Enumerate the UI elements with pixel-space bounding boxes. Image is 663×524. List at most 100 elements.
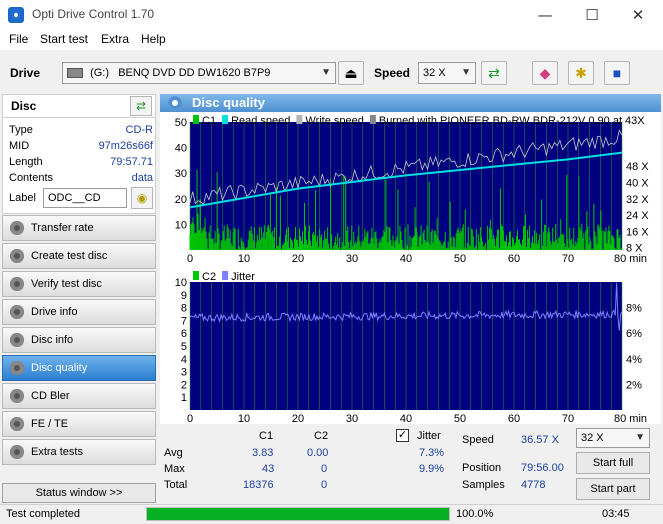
legend-label: Jitter xyxy=(231,271,255,283)
disc-quality-title: Disc quality xyxy=(192,95,265,110)
menu-help[interactable]: Help xyxy=(141,32,166,46)
legend-label: Write speed xyxy=(305,115,364,127)
disc-icon xyxy=(10,305,24,319)
disc-mid-key: MID xyxy=(9,140,30,152)
close-button[interactable]: ✕ xyxy=(618,4,658,26)
y2-tick-label: 8% xyxy=(626,303,642,315)
speed-select[interactable]: 32 X ▼ xyxy=(418,62,476,84)
nav-verify-test-disc-button[interactable]: Verify test disc xyxy=(2,271,156,297)
nav-extra-tests-button[interactable]: Extra tests xyxy=(2,439,156,465)
nav-disc-quality-button[interactable]: Disc quality xyxy=(2,355,156,381)
disc-quality-header: Disc quality xyxy=(160,94,661,112)
drive-select[interactable]: (G:) BENQ DVD DD DW1620 B7P9 ▼ xyxy=(62,62,336,84)
test-speed-select[interactable]: 32 X ▼ xyxy=(576,428,650,448)
legend-swatch xyxy=(369,115,376,124)
y-tick-label: 4 xyxy=(181,354,187,366)
disc-length-value: 79:57.71 xyxy=(110,156,153,168)
nav-create-test-disc-button[interactable]: Create test disc xyxy=(2,243,156,269)
y-tick-label: 10 xyxy=(175,219,187,231)
x-tick-label: 30 xyxy=(346,413,358,424)
settings-button[interactable]: ✱ xyxy=(568,61,594,85)
avg-c1: 3.83 xyxy=(252,447,274,459)
total-c2: 0 xyxy=(321,479,328,491)
menu-extra[interactable]: Extra xyxy=(101,32,129,46)
speed-label: Speed xyxy=(374,66,411,80)
x-tick-label: 30 xyxy=(346,253,358,265)
eject-icon: ⏏ xyxy=(344,65,358,81)
disc-info-box: Type CD-R MID 97m26s66f Length 79:57.71 Con… xyxy=(2,118,156,214)
jitter-checkbox[interactable]: ✓ xyxy=(396,429,409,442)
y2-tick-label: 16 X xyxy=(626,226,649,238)
app-icon xyxy=(8,7,24,23)
y2-tick-label: 6% xyxy=(626,328,642,340)
x-tick-label: 80 min xyxy=(614,253,647,265)
nav-fe-te-button[interactable]: FE / TE xyxy=(2,411,156,437)
legend-label: Read speed xyxy=(231,115,290,127)
nav-label: CD Bler xyxy=(31,390,70,402)
nav-label: Create test disc xyxy=(31,250,108,262)
disc-label-input[interactable]: ODC__CD xyxy=(43,188,127,208)
disc-icon xyxy=(10,389,24,403)
disc-length-key: Length xyxy=(9,156,43,168)
x-tick-label: 40 xyxy=(400,253,412,265)
menu-file[interactable]: File xyxy=(9,32,28,46)
disc-contents-row: Contents data xyxy=(9,172,153,184)
x-tick-label: 50 xyxy=(454,413,466,424)
position-label: Position xyxy=(462,462,502,474)
progress-fill xyxy=(147,508,449,520)
avg-label: Avg xyxy=(164,447,183,459)
disc-label-button[interactable]: ◉ xyxy=(131,187,153,209)
nav-cd-bler-button[interactable]: CD Bler xyxy=(2,383,156,409)
disc-icon: ◉ xyxy=(136,191,148,205)
status-window-button[interactable]: Status window >> xyxy=(2,483,156,503)
legend-label: Burned with PIONEER BD-RW BDR-212V 0.90 … xyxy=(379,115,645,127)
maximize-button[interactable]: ☐ xyxy=(572,4,612,26)
y-tick-label: 20 xyxy=(175,194,187,206)
total-label: Total xyxy=(164,479,188,491)
disc-icon xyxy=(10,333,24,347)
y-tick-label: 10 xyxy=(175,277,187,289)
minimize-button[interactable]: — xyxy=(525,4,565,26)
max-c2: 0 xyxy=(321,463,328,475)
eraser-icon: ◆ xyxy=(539,65,551,81)
disc-icon xyxy=(10,249,24,263)
nav-disc-info-button[interactable]: Disc info xyxy=(2,327,156,353)
y2-tick-label: 48 X xyxy=(626,161,649,173)
nav-drive-info-button[interactable]: Drive info xyxy=(2,299,156,325)
menu-start-test[interactable]: Start test xyxy=(40,32,88,46)
y-tick-label: 1 xyxy=(181,392,187,404)
max-label: Max xyxy=(164,463,185,475)
speed-stat-value: 36.57 X xyxy=(521,434,559,446)
avg-c2: 0.00 xyxy=(307,447,329,459)
chevron-down-icon: ▼ xyxy=(635,432,645,443)
erase-button[interactable]: ◆ xyxy=(532,61,558,85)
stats-panel: C1 C2 ✓ Jitter Avg Max Total 3.83 0.00 7… xyxy=(160,424,661,504)
progress-text: 100.0% xyxy=(456,508,494,520)
legend-label: C2 xyxy=(202,271,216,283)
speed-stat-label: Speed xyxy=(462,434,494,446)
start-full-button[interactable]: Start full xyxy=(576,452,650,474)
nav-transfer-rate-button[interactable]: Transfer rate xyxy=(2,215,156,241)
chevron-down-icon: ▼ xyxy=(321,67,331,78)
start-part-button[interactable]: Start part xyxy=(576,478,650,500)
menu-bar: File Start test Extra Help xyxy=(0,30,663,50)
eject-button[interactable]: ⏏ xyxy=(338,61,364,85)
disc-icon xyxy=(10,221,24,235)
save-button[interactable]: ■ xyxy=(604,61,630,85)
x-tick-label: 60 xyxy=(508,253,520,265)
y-tick-label: 3 xyxy=(181,367,187,379)
legend-swatch xyxy=(222,115,229,124)
y-tick-label: 50 xyxy=(175,117,187,129)
y-tick-label: 40 xyxy=(175,143,187,155)
drive-toolbar: Drive (G:) BENQ DVD DD DW1620 B7P9 ▼ ⏏ S… xyxy=(0,54,663,92)
x-tick-label: 70 xyxy=(562,253,574,265)
disc-refresh-button[interactable]: ⇄ xyxy=(130,96,152,116)
max-jitter: 9.9% xyxy=(419,463,445,475)
refresh-button[interactable]: ⇄ xyxy=(481,61,507,85)
x-tick-label: 20 xyxy=(292,413,304,424)
refresh-icon: ⇄ xyxy=(488,65,500,81)
save-icon: ■ xyxy=(612,65,622,81)
disc-icon xyxy=(10,361,24,375)
y2-tick-label: 40 X xyxy=(626,178,649,190)
legend-swatch xyxy=(193,115,199,124)
